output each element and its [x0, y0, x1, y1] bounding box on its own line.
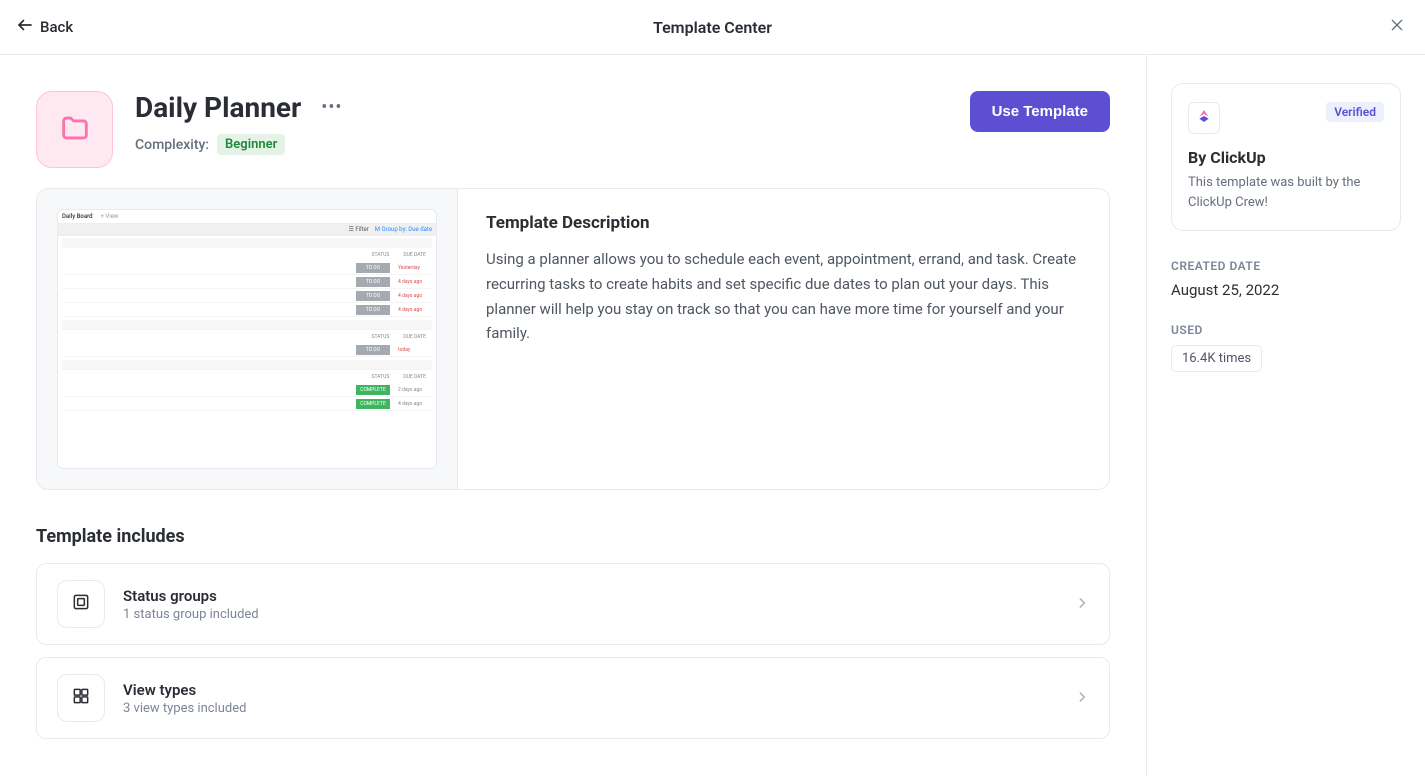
back-button[interactable]: Back [16, 16, 73, 38]
chevron-right-icon [1075, 595, 1089, 614]
close-button[interactable] [1385, 13, 1409, 42]
modal-header: Back Template Center [0, 0, 1425, 55]
created-date-value: August 25, 2022 [1171, 281, 1401, 299]
include-title: View types [123, 681, 1057, 699]
author-description: This template was built by the ClickUp C… [1188, 173, 1384, 212]
description-card: Daily Board + View ☰ Filter M Group by: … [36, 188, 1110, 490]
status-groups-icon-box [57, 580, 105, 628]
more-options-button[interactable]: ••• [321, 97, 342, 118]
template-icon [36, 91, 113, 168]
preview-col-duedate: DUE DATE [403, 252, 426, 258]
chevron-right-icon [1075, 689, 1089, 708]
used-label: USED [1171, 323, 1401, 337]
preview-filter: ☰ Filter [349, 226, 369, 233]
template-preview-pane: Daily Board + View ☰ Filter M Group by: … [37, 189, 457, 489]
include-subtitle: 3 view types included [123, 701, 1057, 716]
back-label: Back [40, 18, 73, 36]
preview-tab: Daily Board [62, 213, 93, 220]
main-content: Daily Planner ••• Complexity: Beginner U… [0, 55, 1147, 776]
page-title: Template Center [653, 18, 772, 37]
description-heading: Template Description [486, 213, 1081, 233]
template-title: Daily Planner [135, 91, 301, 124]
complexity-badge: Beginner [217, 134, 285, 155]
folder-icon [58, 111, 92, 149]
template-preview-image: Daily Board + View ☰ Filter M Group by: … [57, 209, 437, 469]
author-card: Verified By ClickUp This template was bu… [1171, 83, 1401, 231]
description-pane: Template Description Using a planner all… [457, 189, 1109, 489]
include-title: Status groups [123, 587, 1057, 605]
grid-icon [71, 686, 91, 710]
used-count: 16.4K times [1171, 345, 1262, 372]
author-name: By ClickUp [1188, 148, 1384, 167]
include-status-groups[interactable]: Status groups 1 status group included [36, 563, 1110, 645]
square-stack-icon [71, 592, 91, 616]
ellipsis-icon: ••• [321, 97, 342, 118]
author-logo [1188, 102, 1220, 134]
verified-badge: Verified [1326, 102, 1384, 122]
complexity-label: Complexity: [135, 137, 209, 153]
description-text: Using a planner allows you to schedule e… [486, 247, 1081, 346]
preview-add-view: + View [101, 213, 119, 220]
close-icon [1389, 17, 1405, 38]
use-template-button[interactable]: Use Template [970, 91, 1110, 132]
preview-status-complete: COMPLETE [356, 385, 390, 395]
arrow-left-icon [16, 16, 34, 38]
preview-group-by: M Group by: Due date [375, 226, 432, 233]
include-subtitle: 1 status group included [123, 607, 1057, 622]
preview-col-status: STATUS [371, 252, 389, 258]
view-types-icon-box [57, 674, 105, 722]
includes-heading: Template includes [36, 526, 1110, 547]
sidebar: Verified By ClickUp This template was bu… [1147, 55, 1425, 776]
clickup-logo-icon [1196, 108, 1212, 128]
include-view-types[interactable]: View types 3 view types included [36, 657, 1110, 739]
created-date-label: CREATED DATE [1171, 259, 1401, 273]
preview-status-todo: TO DO [356, 263, 390, 273]
